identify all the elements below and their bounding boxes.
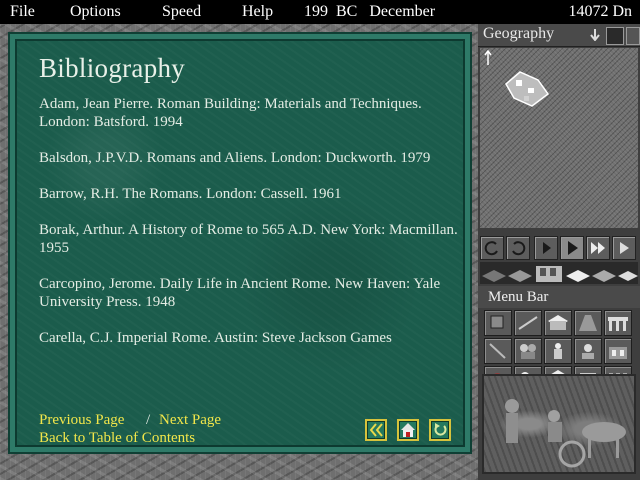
- aqueduct-icon: [608, 317, 628, 331]
- bust-icon: [582, 344, 594, 359]
- north-arrow-icon: [484, 50, 492, 65]
- rotate-left-button[interactable]: [480, 236, 504, 260]
- return-button[interactable]: [429, 419, 451, 441]
- next-page-link[interactable]: Next Page: [159, 412, 221, 429]
- shovel-icon: [518, 316, 538, 330]
- control-panel: Geography Menu Bar: [478, 24, 640, 480]
- education-button[interactable]: [574, 338, 602, 364]
- rotate-left-icon: [484, 241, 498, 256]
- bibliography-entry: Adam, Jean Pierre. Roman Building: Mater…: [39, 96, 422, 130]
- road-icon: [579, 315, 597, 331]
- menu-speed[interactable]: Speed: [162, 0, 201, 24]
- table-of-contents-link[interactable]: Back to Table of Contents: [39, 430, 195, 447]
- down-arrow-icon[interactable]: [590, 29, 600, 41]
- panel-title: Bibliography: [39, 53, 186, 83]
- rotate-right-icon: [512, 241, 526, 256]
- cursor-icon: [490, 315, 504, 329]
- performers-icon: [520, 344, 536, 359]
- bibliography-entry: Barrow, R.H. The Romans. London: Cassell…: [39, 186, 342, 202]
- treasury-amount: 14072 Dn: [568, 3, 632, 20]
- terrain-tile-strip[interactable]: [480, 262, 638, 284]
- pickaxe-icon: [489, 343, 506, 359]
- city-outline-icon: [505, 71, 550, 107]
- return-arrow-icon: [434, 423, 447, 436]
- bathhouse-icon: [609, 347, 627, 359]
- demolish-button[interactable]: [484, 338, 512, 364]
- statue-icon: [554, 343, 562, 359]
- aqueduct-button[interactable]: [604, 310, 632, 336]
- home-button[interactable]: [397, 419, 419, 441]
- entertainment-button[interactable]: [514, 338, 542, 364]
- select-tool-button[interactable]: [484, 310, 512, 336]
- bibliography-entry: Carella, C.J. Imperial Rome. Austin: Ste…: [39, 330, 392, 346]
- chariot-relief-icon: [505, 399, 626, 468]
- house-icon: [401, 423, 415, 437]
- view-controls: [480, 236, 638, 260]
- overlay-selector[interactable]: Geography: [478, 24, 640, 47]
- menu-bar-label: Menu Bar: [478, 286, 640, 308]
- map-toggle-button[interactable]: [606, 27, 624, 45]
- health-button[interactable]: [604, 338, 632, 364]
- play-slow-button[interactable]: [534, 236, 558, 260]
- fast-forward-icon: [591, 242, 605, 254]
- bibliography-list: Adam, Jean Pierre. Roman Building: Mater…: [39, 95, 459, 365]
- double-chevron-left-icon: [369, 423, 383, 437]
- minimap[interactable]: [480, 48, 638, 228]
- bibliography-entry: Balsdon, J.P.V.D. Romans and Aliens. Lon…: [39, 150, 431, 166]
- clear-land-button[interactable]: [514, 310, 542, 336]
- menu-bar-title: Menu Bar: [488, 289, 549, 305]
- religion-button[interactable]: [544, 338, 572, 364]
- bibliography-entry: Borak, Arthur. A History of Rome to 565 …: [39, 222, 458, 256]
- menu-bar: File Options Speed Help 199 BC December …: [0, 0, 640, 24]
- building-icon: [548, 315, 568, 330]
- bibliography-entry: Carcopino, Jerome. Daily Life in Ancient…: [39, 276, 441, 310]
- overlay-label: Geography: [483, 25, 555, 42]
- play-icon: [568, 241, 578, 255]
- play-fast-button[interactable]: [586, 236, 610, 260]
- game-date: 199 BC December: [304, 3, 436, 20]
- play-icon: [543, 242, 551, 254]
- menu-options[interactable]: Options: [70, 0, 121, 24]
- play-fastest-button[interactable]: [612, 236, 636, 260]
- rotate-right-button[interactable]: [506, 236, 530, 260]
- link-separator: /: [146, 412, 151, 428]
- road-button[interactable]: [574, 310, 602, 336]
- play-icon: [620, 242, 629, 254]
- menu-file[interactable]: File: [10, 0, 35, 24]
- chariot-relief-image: [482, 374, 636, 474]
- collapse-panel-button[interactable]: [626, 27, 640, 45]
- play-normal-button[interactable]: [560, 236, 584, 260]
- menu-help[interactable]: Help: [242, 0, 273, 24]
- housing-button[interactable]: [544, 310, 572, 336]
- rewind-button[interactable]: [365, 419, 387, 441]
- terrain-tiles-icon: [482, 266, 638, 282]
- bibliography-panel: Bibliography Adam, Jean Pierre. Roman Bu…: [10, 34, 470, 452]
- previous-page-link[interactable]: Previous Page: [39, 412, 124, 429]
